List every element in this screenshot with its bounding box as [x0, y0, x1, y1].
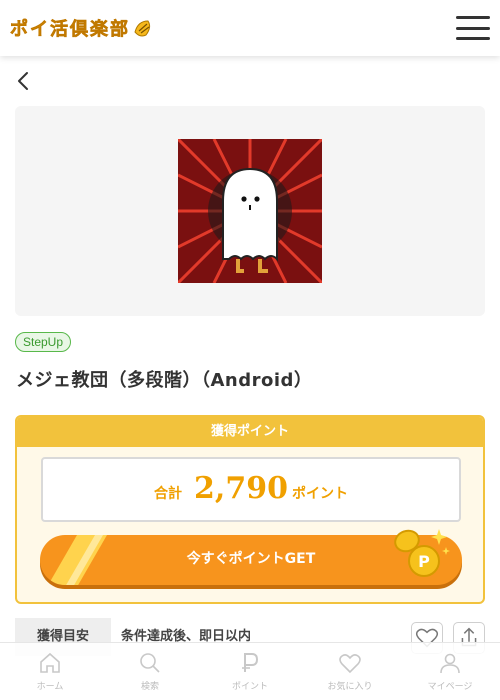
- bottom-navigation: ホーム 検索 ポイント お気に入り マイページ: [0, 642, 500, 700]
- total-points-value: 2,790: [194, 471, 288, 506]
- app-header: ポイ活倶楽部: [0, 0, 500, 56]
- nav-favorites[interactable]: お気に入り: [300, 643, 400, 700]
- chevron-left-icon[interactable]: [14, 70, 34, 92]
- nav-home-label: ホーム: [36, 682, 64, 692]
- offer-image-panel: [15, 106, 485, 316]
- page: ポイ活倶楽部 StepUp メジェ教団（多段階）（Android） 獲得ポイント…: [0, 0, 500, 700]
- nav-home[interactable]: ホーム: [0, 643, 100, 700]
- nav-search-label: 検索: [140, 682, 159, 692]
- total-points-box: 合計 2,790 ポイント: [41, 457, 461, 522]
- offer-title: メジェ教団（多段階）（Android）: [16, 370, 313, 391]
- nav-points[interactable]: ポイント: [200, 643, 300, 700]
- nav-search[interactable]: 検索: [100, 643, 200, 700]
- points-card-heading: 獲得ポイント: [17, 417, 483, 447]
- coins-icon: P: [394, 529, 450, 577]
- home-icon: [40, 652, 60, 673]
- svg-text:P: P: [418, 552, 430, 571]
- ghost-illustration: [178, 139, 322, 283]
- hamburger-menu-icon[interactable]: [456, 14, 490, 42]
- nav-points-label: ポイント: [231, 682, 268, 692]
- stepup-badge: StepUp: [15, 332, 72, 352]
- points-icon: [242, 653, 259, 672]
- points-card: 獲得ポイント 合計 2,790 ポイント 今すぐポイントGET P: [15, 415, 485, 604]
- site-logo[interactable]: ポイ活倶楽部: [10, 15, 154, 41]
- user-icon: [440, 653, 460, 674]
- nav-favorites-label: お気に入り: [327, 682, 373, 692]
- logo-mark-icon: [134, 20, 151, 37]
- nav-mypage[interactable]: マイページ: [400, 643, 500, 700]
- logo-text: ポイ活倶楽部: [10, 19, 130, 41]
- heart-icon: [339, 654, 361, 674]
- total-label: 合計: [154, 486, 183, 502]
- total-points-unit: ポイント: [291, 486, 348, 502]
- search-icon: [140, 653, 160, 673]
- nav-mypage-label: マイページ: [427, 682, 473, 692]
